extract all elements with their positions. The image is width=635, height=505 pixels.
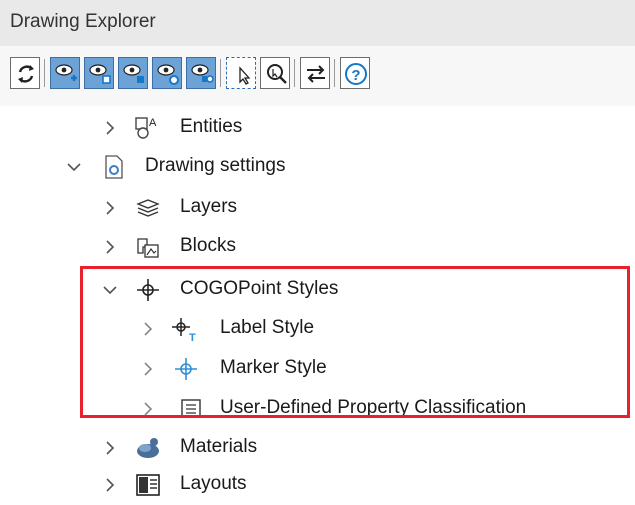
- help-icon: ?: [345, 63, 367, 85]
- tree-item-blocks[interactable]: Blocks: [0, 227, 635, 267]
- eye-gear-icon: [157, 64, 179, 85]
- view-option-4-button[interactable]: [152, 57, 182, 89]
- chevron-right-icon[interactable]: [102, 440, 118, 456]
- document-gear-icon: [105, 155, 123, 179]
- tree-item-label: Layouts: [180, 473, 247, 494]
- svg-text:?: ?: [351, 67, 360, 84]
- tree-item-label: Layers: [180, 196, 238, 217]
- entities-icon: A: [135, 117, 157, 139]
- eye-filled-square-icon: [123, 64, 144, 83]
- tree-item-layers[interactable]: Layers: [0, 188, 635, 228]
- tree-item-materials[interactable]: Materials: [0, 428, 635, 468]
- tree-item-label: Materials: [180, 436, 258, 457]
- materials-icon: [137, 438, 159, 458]
- add-view-button[interactable]: [50, 57, 80, 89]
- view-option-5-button[interactable]: [186, 57, 216, 89]
- panel-titlebar: Drawing Explorer: [0, 0, 635, 47]
- chevron-right-icon[interactable]: [102, 200, 118, 216]
- help-button[interactable]: ?: [340, 57, 370, 89]
- tree-item-drawing-settings[interactable]: Drawing settings: [0, 147, 635, 187]
- layouts-icon: [136, 474, 160, 496]
- select-objects-button[interactable]: [226, 57, 256, 89]
- panel-title: Drawing Explorer: [10, 11, 156, 32]
- view-option-2-button[interactable]: [84, 57, 114, 89]
- toolbar: ?: [0, 46, 635, 106]
- tree-item-label: Entities: [180, 116, 243, 137]
- eye-plus-icon: [55, 64, 77, 81]
- layers-icon: [136, 199, 160, 217]
- highlight-box: [80, 266, 630, 418]
- blocks-icon: [137, 238, 159, 258]
- refresh-icon: [18, 65, 34, 83]
- chevron-right-icon[interactable]: [102, 477, 118, 493]
- view-option-3-button[interactable]: [118, 57, 148, 89]
- chevron-down-icon[interactable]: [66, 159, 82, 175]
- eye-square-icon: [89, 64, 111, 84]
- svg-text:A: A: [149, 117, 157, 129]
- tree-item-entities[interactable]: A Entities: [0, 108, 635, 148]
- tree-item-label: Blocks: [180, 235, 236, 256]
- select-cursor-icon: [239, 66, 251, 85]
- eye-toggle-icon: [191, 64, 214, 83]
- tree-item-label: Drawing settings: [145, 155, 286, 176]
- tree-item-layouts[interactable]: Layouts: [0, 465, 635, 505]
- refresh-button[interactable]: [10, 57, 40, 89]
- zoom-selection-button[interactable]: [260, 57, 290, 89]
- chevron-right-icon[interactable]: [102, 120, 118, 136]
- magnifier-cursor-icon: [267, 64, 287, 84]
- arrows-swap-icon: [307, 65, 325, 83]
- chevron-right-icon[interactable]: [102, 239, 118, 255]
- swap-button[interactable]: [300, 57, 330, 89]
